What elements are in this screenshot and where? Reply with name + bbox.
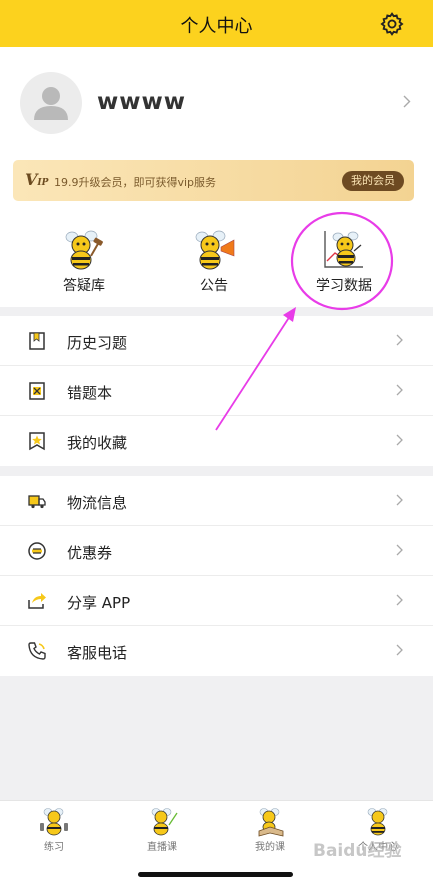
home-indicator: [138, 872, 293, 877]
my-membership-button[interactable]: 我的会员: [342, 171, 404, 191]
menu-item-label: 错题本: [67, 384, 113, 402]
bee-megaphone-icon: [195, 230, 235, 270]
gear-icon[interactable]: [379, 11, 405, 37]
chevron-right-icon: [396, 594, 403, 606]
tab-label: 直播课: [147, 842, 177, 853]
user-placeholder-icon: [34, 87, 68, 120]
truck-icon: [28, 495, 46, 509]
bee-chart-icon: [324, 231, 363, 268]
vip-logo: VIP: [25, 170, 49, 189]
menu-item-favorites[interactable]: 我的收藏: [0, 416, 433, 466]
bee-pointer-icon: [151, 808, 178, 836]
menu-item-coupons[interactable]: 优惠券: [0, 526, 433, 576]
bee-user-icon: [367, 808, 388, 836]
tab-label: 我的课: [255, 842, 285, 853]
chevron-right-icon: [396, 544, 403, 556]
menu-item-label: 我的收藏: [67, 434, 128, 452]
page-title: 个人中心: [180, 16, 253, 37]
menu-item-wrong-questions[interactable]: 错题本: [0, 366, 433, 416]
quick-action-qa-library[interactable]: 答疑库: [14, 205, 154, 307]
tab-label: 练习: [44, 842, 64, 853]
vip-promo-text: 19.9升级会员，即可获得vip服务: [54, 176, 217, 189]
quick-action-label: 答疑库: [63, 278, 105, 294]
bee-gavel-icon: [65, 230, 103, 270]
vip-section: VIP 19.9升级会员，即可获得vip服务 我的会员: [0, 157, 433, 205]
menu-group-study: 历史习题 错题本 我的收藏: [0, 316, 433, 466]
menu-group-services: 物流信息 优惠券 分享 APP 客服电话: [0, 476, 433, 676]
profile-card[interactable]: wwww: [0, 47, 433, 157]
quick-action-announcement[interactable]: 公告: [144, 205, 284, 307]
menu-item-label: 优惠券: [67, 544, 113, 562]
vip-banner[interactable]: VIP 19.9升级会员，即可获得vip服务 我的会员: [13, 160, 414, 201]
bee-book-icon: [258, 808, 284, 837]
menu-item-label: 分享 APP: [67, 594, 131, 612]
menu-item-label: 物流信息: [67, 494, 128, 512]
menu-item-customer-service[interactable]: 客服电话: [0, 626, 433, 676]
tab-live-class[interactable]: 直播课: [108, 801, 216, 861]
quick-action-label: 公告: [200, 278, 228, 294]
username: wwww: [97, 89, 186, 115]
menu-item-share-app[interactable]: 分享 APP: [0, 576, 433, 626]
chevron-right-icon: [396, 494, 403, 506]
menu-item-label: 历史习题: [67, 334, 128, 352]
chevron-right-icon[interactable]: [403, 95, 411, 108]
quick-action-label: 学习数据: [316, 278, 372, 294]
watermark: Baidu经验: [313, 841, 402, 861]
avatar[interactable]: [20, 72, 82, 134]
phone-icon: [28, 642, 46, 660]
tab-practice[interactable]: 练习: [0, 801, 108, 861]
wrong-book-icon: [29, 382, 45, 400]
chevron-right-icon: [396, 384, 403, 396]
tab-my-courses[interactable]: 我的课: [216, 801, 324, 861]
quick-actions: 答疑库 公告 学习数据: [0, 205, 433, 307]
quick-action-study-data[interactable]: 学习数据: [274, 205, 414, 307]
chevron-right-icon: [396, 334, 403, 346]
chevron-right-icon: [396, 644, 403, 656]
menu-item-logistics[interactable]: 物流信息: [0, 476, 433, 526]
star-bookmark-icon: [29, 432, 45, 451]
menu-item-history-exercises[interactable]: 历史习题: [0, 316, 433, 366]
share-icon: [28, 593, 46, 609]
chevron-right-icon: [396, 434, 403, 446]
bookmark-icon: [29, 332, 45, 350]
bee-dumbbell-icon: [40, 808, 68, 836]
top-bar: 个人中心: [0, 0, 433, 47]
menu-item-label: 客服电话: [67, 644, 128, 662]
coupon-icon: [28, 542, 46, 560]
